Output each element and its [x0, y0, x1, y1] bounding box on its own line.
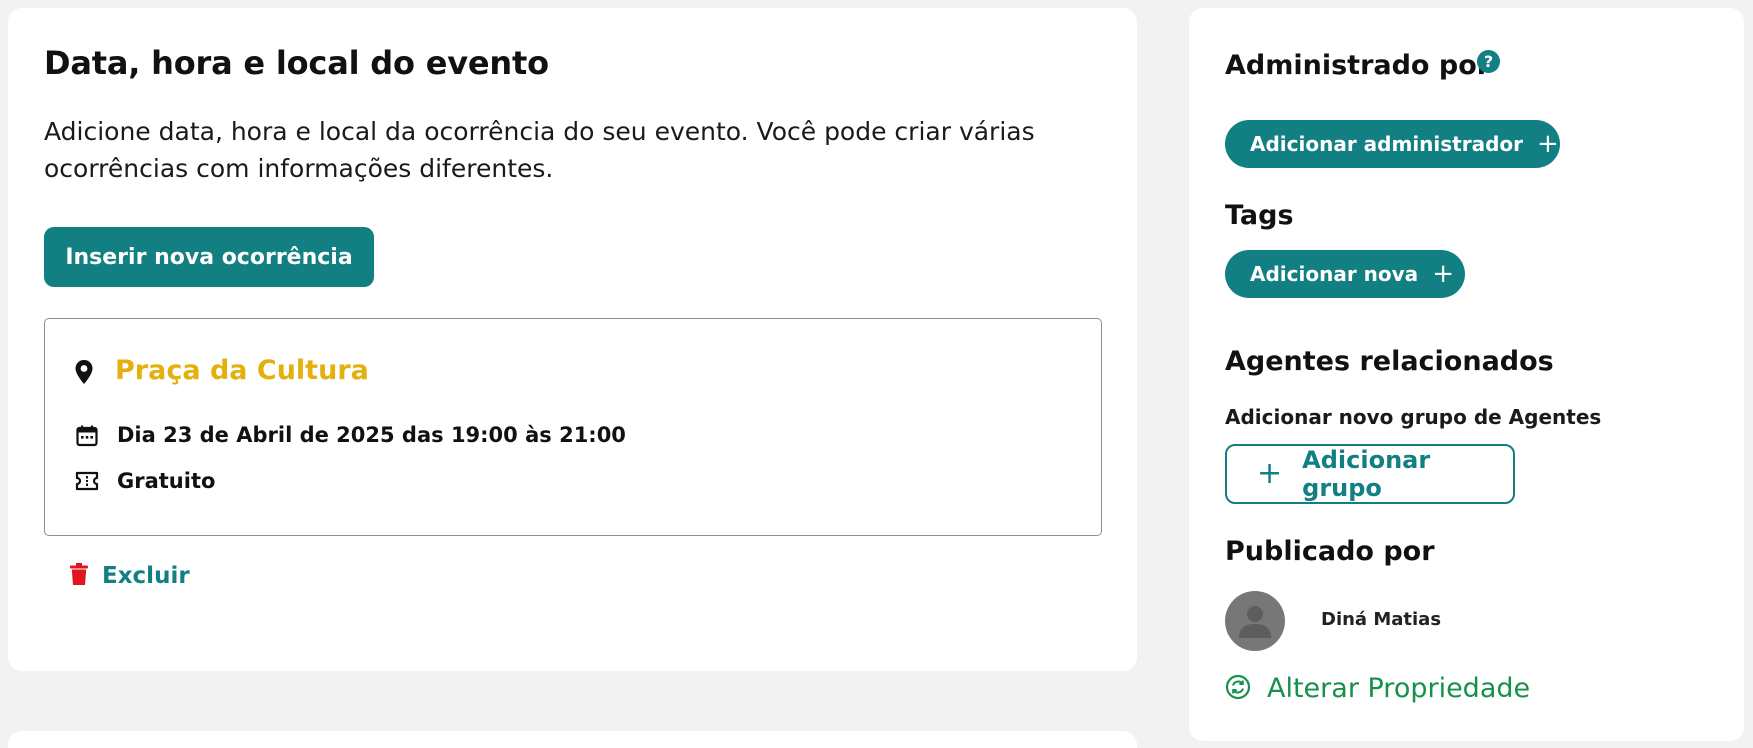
add-group-button[interactable]: + Adicionar grupo — [1225, 444, 1515, 504]
occurrence-place: Praça da Cultura — [115, 355, 369, 386]
tags-title: Tags — [1225, 200, 1294, 231]
plus-icon: + — [1432, 259, 1454, 289]
add-tag-label: Adicionar nova — [1250, 262, 1419, 286]
plus-icon: + — [1537, 129, 1559, 159]
occurrence-card: Praça da Cultura Dia 23 de Abril de 2025… — [44, 318, 1102, 536]
trash-icon — [70, 563, 88, 589]
agents-title: Agentes relacionados — [1225, 346, 1554, 377]
user-icon — [1239, 606, 1271, 638]
delete-label: Excluir — [102, 563, 190, 589]
occurrence-datetime: Dia 23 de Abril de 2025 das 19:00 às 21:… — [117, 423, 626, 447]
add-group-label: Adicionar grupo — [1302, 446, 1431, 502]
event-datetime-card: Data, hora e local do evento Adicione da… — [8, 8, 1137, 671]
avatar — [1225, 591, 1285, 651]
swap-icon — [1225, 674, 1251, 704]
add-admin-button[interactable]: Adicionar administrador + — [1225, 120, 1560, 168]
change-owner-link[interactable]: Alterar Propriedade — [1225, 673, 1530, 704]
occurrence-price: Gratuito — [117, 469, 216, 493]
agents-subtitle: Adicionar novo grupo de Agentes — [1225, 405, 1602, 429]
add-tag-button[interactable]: Adicionar nova + — [1225, 250, 1465, 298]
delete-button[interactable]: Excluir — [70, 563, 190, 589]
admin-title: Administrado por — [1225, 50, 1491, 81]
publisher-name: Diná Matias — [1321, 609, 1442, 630]
next-section-card — [8, 731, 1137, 748]
ticket-icon — [75, 471, 99, 495]
calendar-icon — [76, 425, 98, 451]
change-owner-label: Alterar Propriedade — [1267, 673, 1531, 704]
section-description: Adicione data, hora e local da ocorrênci… — [44, 117, 1035, 183]
section-title: Data, hora e local do evento — [44, 44, 549, 82]
insert-occurrence-button[interactable]: Inserir nova ocorrência — [44, 227, 374, 287]
insert-occurrence-label: Inserir nova ocorrência — [65, 244, 353, 270]
add-admin-label: Adicionar administrador — [1250, 132, 1524, 156]
map-pin-icon — [74, 359, 94, 389]
plus-icon: + — [1257, 456, 1283, 491]
sidebar-card: Administrado por ? Adicionar administrad… — [1189, 8, 1744, 741]
help-icon[interactable]: ? — [1477, 50, 1500, 73]
published-title: Publicado por — [1225, 536, 1435, 567]
